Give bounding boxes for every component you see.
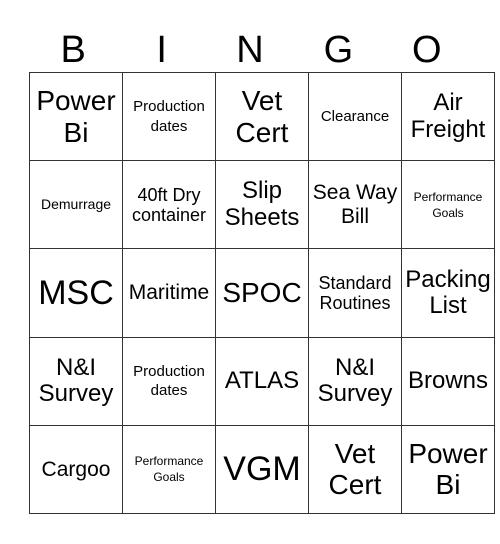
bingo-cell[interactable]: Power Bi: [401, 424, 495, 515]
bingo-cell-text: VGM: [223, 450, 301, 489]
bingo-cell[interactable]: Air Freight: [401, 71, 495, 162]
header-letter-n: N: [236, 29, 264, 71]
bingo-cell[interactable]: Clearance: [308, 71, 402, 162]
bingo-cell-text: Vet Cert: [328, 438, 382, 501]
bingo-cell[interactable]: Browns: [401, 336, 495, 426]
bingo-cell[interactable]: Power Bi: [29, 71, 123, 162]
bingo-cell-text: Standard Routines: [318, 272, 392, 313]
bingo-cell[interactable]: Slip Sheets: [215, 160, 309, 250]
bingo-cell[interactable]: MSC: [29, 248, 123, 338]
bingo-cell-text: Sea Way Bill: [312, 181, 398, 228]
bingo-cell[interactable]: Production dates: [122, 336, 216, 426]
bingo-cell-text: MSC: [38, 273, 114, 312]
bingo-cell[interactable]: Vet Cert: [308, 424, 402, 515]
bingo-cell-text: Production dates: [133, 98, 205, 135]
bingo-row: N&I Survey Production dates ATLAS N&I Surve…: [29, 336, 495, 426]
bingo-cell[interactable]: Production dates: [122, 71, 216, 162]
header-letter-i: I: [156, 29, 167, 71]
bingo-cell-text: Cargoo: [41, 457, 111, 481]
bingo-cell[interactable]: ATLAS: [215, 336, 309, 426]
bingo-cell-text: Power Bi: [408, 438, 488, 501]
header-letter-g: G: [323, 29, 354, 71]
bingo-row: Cargoo Performance Goals VGM Vet Cert Power …: [29, 424, 495, 515]
bingo-cell-text: N&I Survey: [317, 353, 393, 408]
bingo-row: MSC Maritime SPOC Standard Routines Packing …: [29, 248, 495, 338]
bingo-cell-text: Power Bi: [36, 85, 116, 148]
bingo-card-grid: Power Bi Production dates Vet Cert Clearanc…: [29, 71, 495, 515]
bingo-cell[interactable]: Performance Goals: [122, 424, 216, 515]
bingo-cell[interactable]: Sea Way Bill: [308, 160, 402, 250]
bingo-cell-text: N&I Survey: [38, 353, 114, 408]
bingo-cell-text: Clearance: [320, 107, 390, 125]
bingo-cell-text: Air Freight: [410, 89, 486, 143]
bingo-cell-text: Vet Cert: [235, 85, 289, 148]
bingo-cell[interactable]: Demurrage: [29, 160, 123, 250]
bingo-cell-text: Production dates: [133, 362, 205, 400]
bingo-cell[interactable]: Standard Routines: [308, 248, 402, 338]
bingo-row: Demurrage 40ft Dry container Slip Sheets Se…: [29, 160, 495, 250]
bingo-cell-text: SPOC: [222, 277, 302, 309]
bingo-cell-text: Performance Goals: [413, 189, 483, 220]
bingo-cell-text: Performance Goals: [134, 454, 204, 485]
bingo-cell-text: ATLAS: [224, 366, 300, 394]
bingo-cell[interactable]: Packing List: [401, 248, 495, 338]
bingo-cell[interactable]: 40ft Dry container: [122, 160, 216, 250]
bingo-cell[interactable]: Performance Goals: [401, 160, 495, 250]
bingo-cell-text: Packing List: [405, 265, 491, 319]
bingo-cell[interactable]: N&I Survey: [29, 336, 123, 426]
bingo-cell-text: Browns: [407, 366, 489, 394]
bingo-cell-text: 40ft Dry container: [131, 184, 207, 225]
bingo-cell[interactable]: Vet Cert: [215, 71, 309, 162]
bingo-cell-text: Maritime: [128, 281, 210, 305]
header-letter-o: O: [412, 29, 442, 71]
bingo-cell[interactable]: N&I Survey: [308, 336, 402, 426]
bingo-row: Power Bi Production dates Vet Cert Clearanc…: [29, 71, 495, 162]
bingo-header: B I N G O: [29, 28, 471, 72]
bingo-cell[interactable]: Maritime: [122, 248, 216, 338]
bingo-cell-text: Demurrage: [40, 195, 112, 212]
bingo-cell[interactable]: Cargoo: [29, 424, 123, 515]
bingo-cell-text: Slip Sheets: [224, 177, 300, 231]
bingo-cell[interactable]: SPOC: [215, 248, 309, 338]
bingo-cell[interactable]: VGM: [215, 424, 309, 515]
header-letter-b: B: [60, 29, 86, 71]
